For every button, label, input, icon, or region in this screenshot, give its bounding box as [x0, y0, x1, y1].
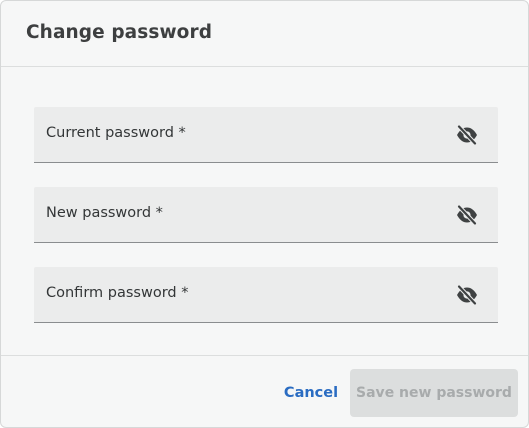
change-password-dialog: Change password Current password * New p… [0, 0, 529, 428]
save-new-password-button[interactable]: Save new password [350, 369, 518, 417]
cancel-button[interactable]: Cancel [277, 369, 345, 417]
current-password-field[interactable]: Current password * [34, 107, 498, 163]
confirm-password-input[interactable] [34, 267, 498, 322]
eye-off-icon[interactable] [454, 203, 480, 227]
dialog-header: Change password [1, 1, 528, 67]
dialog-title: Change password [26, 22, 213, 43]
new-password-input[interactable] [34, 187, 498, 242]
eye-off-icon[interactable] [454, 123, 480, 147]
dialog-footer: Cancel Save new password [1, 355, 528, 427]
current-password-input[interactable] [34, 107, 498, 162]
confirm-password-field[interactable]: Confirm password * [34, 267, 498, 323]
new-password-field[interactable]: New password * [34, 187, 498, 243]
eye-off-icon[interactable] [454, 283, 480, 307]
